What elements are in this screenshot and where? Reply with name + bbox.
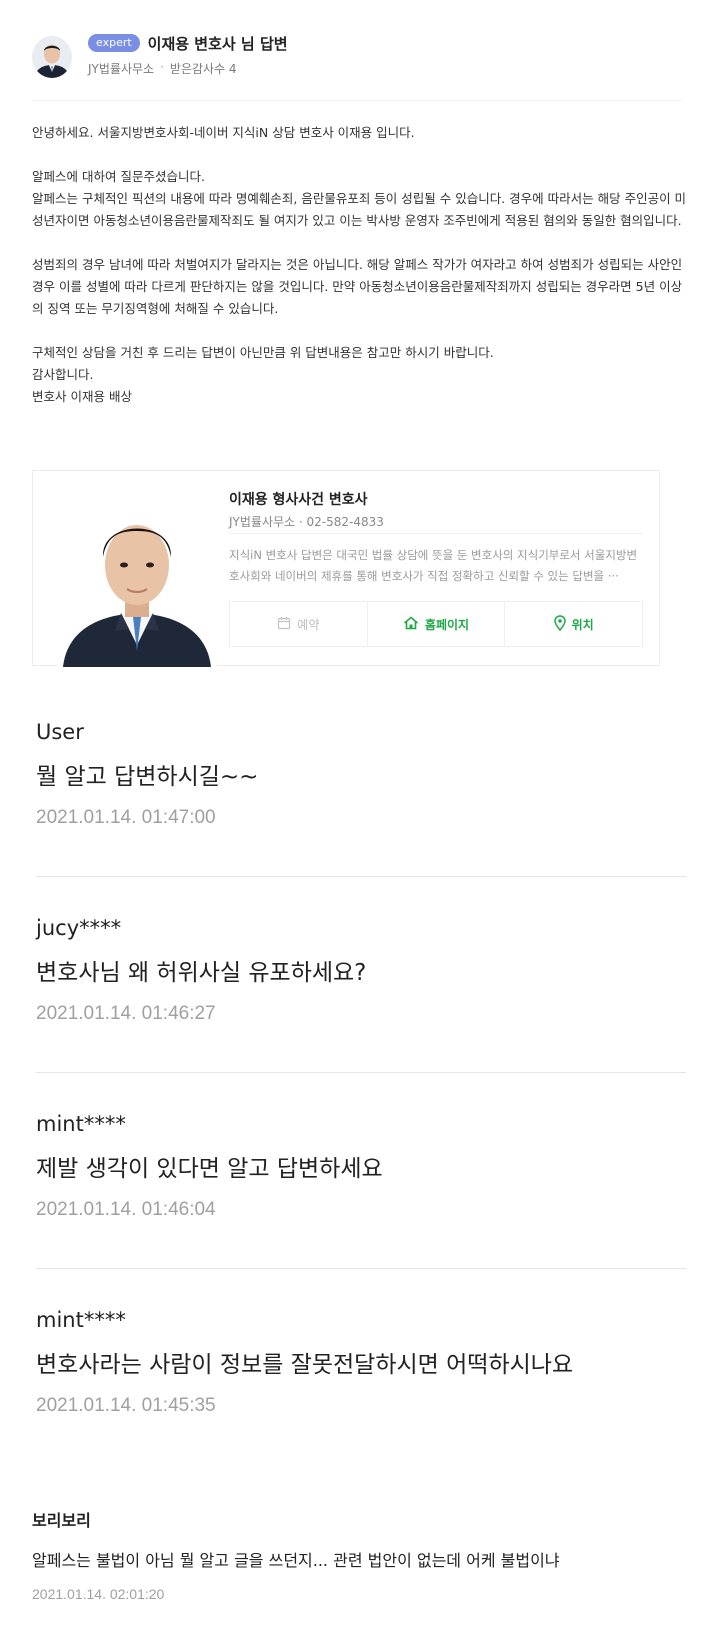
answer-meta: JY법률사무소 · 받은감사수 4 — [88, 60, 237, 77]
lawyer-profile-card: 이재용 형사사건 변호사 JY법률사무소 · 02-582-4833 지식iN … — [32, 470, 660, 667]
answer-disclaimer: 구체적인 상담을 거친 후 드리는 답변이 아닌만큼 위 답변내용은 참고만 하… — [32, 345, 494, 360]
answer-paragraph: 알페스에 대하여 질문주셨습니다. 알페스는 구체적인 픽션의 내용에 따라 명… — [32, 169, 687, 228]
comment-text: 변호사라는 사람이 정보를 잘못전달하시면 어떡하시나요 — [36, 1352, 574, 1378]
calendar-icon — [277, 616, 291, 633]
card-divider — [229, 533, 643, 534]
comment-date: 2021.01.14. 01:46:04 — [36, 1199, 216, 1220]
location-button[interactable]: 위치 — [504, 602, 642, 646]
answer-thanks: 감사합니다. — [32, 367, 94, 382]
meta-separator: · — [160, 60, 164, 74]
card-actions: 예약 홈페이지 위치 — [229, 601, 643, 647]
comment-item: mint**** 제발 생각이 있다면 알고 답변하세요 2021.01.14.… — [36, 1110, 696, 1222]
comment-date: 2021.01.14. 02:01:20 — [32, 1586, 165, 1602]
card-firm-phone: JY법률사무소 · 02-582-4833 — [229, 515, 384, 529]
comment-text: 제발 생각이 있다면 알고 답변하세요 — [36, 1156, 383, 1182]
comment-user[interactable]: mint**** — [36, 1306, 696, 1334]
comment-divider — [36, 1072, 686, 1073]
answer-author-title[interactable]: 이재용 변호사 님 답변 — [148, 33, 288, 54]
comment-date: 2021.01.14. 01:46:27 — [36, 1003, 216, 1024]
card-description: 지식iN 변호사 답변은 대국민 법률 상담에 뜻을 둔 변호사의 지식기부로서… — [229, 548, 638, 583]
card-lawyer-name[interactable]: 이재용 형사사건 변호사 — [229, 489, 368, 509]
answer-title-row: expert 이재용 변호사 님 답변 — [88, 32, 288, 54]
lawyer-avatar[interactable] — [32, 36, 72, 78]
answer-greeting: 안녕하세요. 서울지방변호사회-네이버 지식iN 상담 변호사 이재용 입니다. — [32, 125, 415, 140]
comment-item: User 뭘 알고 답변하시길~~ 2021.01.14. 01:47:00 — [36, 718, 696, 830]
comment-divider — [36, 876, 686, 877]
lawyer-photo[interactable] — [57, 491, 217, 667]
comment-user[interactable]: User — [36, 718, 696, 746]
answer-paragraph: 성범죄의 경우 남녀에 따라 처벌여지가 달라지는 것은 아닙니다. 해당 알페… — [32, 257, 683, 316]
firm-name[interactable]: JY법률사무소 — [88, 60, 154, 77]
comment-date: 2021.01.14. 01:47:00 — [36, 807, 216, 828]
answer-signature: 변호사 이재용 배상 — [32, 389, 132, 404]
reserve-label: 예약 — [297, 617, 320, 632]
location-label: 위치 — [571, 617, 594, 632]
homepage-label: 홈페이지 — [424, 617, 470, 632]
comment-text: 변호사님 왜 허위사실 유포하세요? — [36, 960, 367, 986]
reserve-button[interactable]: 예약 — [230, 602, 367, 646]
comment-item: 보리보리 알페스는 불법이 아님 뭘 알고 글을 쓰던지... 관련 법안이 없… — [32, 1510, 712, 1604]
comment-item: jucy**** 변호사님 왜 허위사실 유포하세요? 2021.01.14. … — [36, 914, 696, 1026]
home-icon — [403, 615, 419, 633]
comment-date: 2021.01.14. 01:45:35 — [36, 1395, 216, 1416]
answer-header: expert 이재용 변호사 님 답변 JY법률사무소 · 받은감사수 4 — [32, 32, 692, 94]
comment-user[interactable]: 보리보리 — [32, 1510, 712, 1532]
thanks-count: 받은감사수 4 — [169, 62, 237, 76]
comment-user[interactable]: jucy**** — [36, 914, 696, 942]
expert-badge: expert — [88, 34, 140, 52]
comment-item: mint**** 변호사라는 사람이 정보를 잘못전달하시면 어떡하시나요 20… — [36, 1306, 696, 1418]
homepage-button[interactable]: 홈페이지 — [366, 602, 505, 646]
comment-divider — [36, 1268, 686, 1269]
comment-user[interactable]: mint**** — [36, 1110, 696, 1138]
comment-text: 뭘 알고 답변하시길~~ — [36, 764, 259, 790]
answer-body: 안녕하세요. 서울지방변호사회-네이버 지식iN 상담 변호사 이재용 입니다.… — [32, 122, 692, 408]
map-pin-icon — [553, 614, 566, 634]
header-divider — [32, 100, 682, 101]
comment-text: 알페스는 불법이 아님 뭘 알고 글을 쓰던지... 관련 법안이 없는데 어케… — [32, 1551, 560, 1570]
